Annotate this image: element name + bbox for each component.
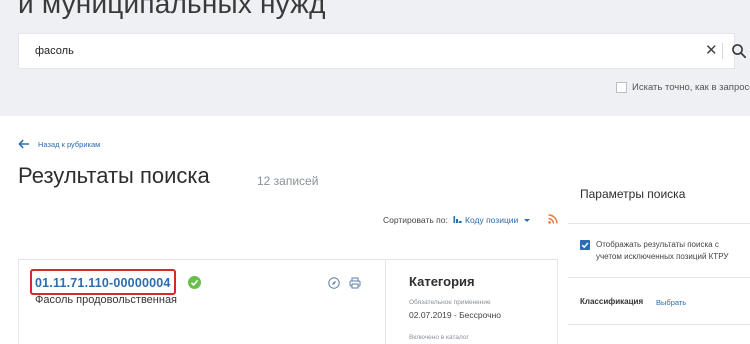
rss-icon[interactable]	[548, 214, 558, 224]
exact-match-label: Искать точно, как в запросе	[632, 82, 750, 93]
back-link-label: Назад к рубрикам	[38, 139, 101, 149]
sidebar-divider	[568, 277, 750, 278]
search-params-title: Параметры поиска	[580, 187, 686, 201]
sidebar-divider	[568, 324, 750, 325]
search-divider	[722, 43, 723, 59]
required-use-value: 02.07.2019 - Бессрочно	[409, 310, 502, 320]
included-in-catalog-label: Включено в каталог	[409, 334, 469, 341]
verified-check-icon	[188, 276, 201, 289]
required-use-label: Обязательное применение	[409, 299, 491, 306]
classification-label: Классификация	[580, 297, 644, 306]
page-heading: и муниципальных нужд	[18, 0, 326, 19]
classification-choose-link[interactable]: Выбрать	[656, 298, 686, 307]
sort-label: Сортировать по:	[383, 215, 448, 225]
clear-icon[interactable]: ✕	[705, 43, 718, 59]
card-divider	[385, 260, 386, 344]
results-title: Результаты поиска	[18, 163, 210, 188]
result-code-link[interactable]: 01.11.71.110-00000004	[35, 276, 171, 290]
sort-dropdown[interactable]: Коду позиции	[465, 215, 518, 225]
compass-icon[interactable]	[328, 277, 340, 289]
sort-icon	[453, 216, 462, 223]
search-icon[interactable]	[731, 43, 747, 59]
search-input[interactable]	[35, 34, 675, 68]
search-box: ✕	[18, 33, 747, 69]
results-count: 12 записей	[257, 174, 319, 188]
exact-match-checkbox[interactable]	[616, 82, 627, 93]
sidebar-divider	[568, 223, 750, 224]
show-excluded-label: Отображать результаты поиска с учетом ис…	[596, 240, 729, 261]
search-header: и муниципальных нужд ✕ Искать точно, как…	[0, 0, 750, 116]
back-arrow-icon	[18, 139, 29, 149]
checkbox-checked-icon[interactable]	[580, 240, 590, 250]
result-card: 01.11.71.110-00000004 Фасоль продовольст…	[18, 259, 558, 344]
print-icon[interactable]	[349, 277, 361, 289]
result-item-name: Фасоль продовольственная	[35, 294, 178, 306]
category-title: Категория	[409, 274, 475, 289]
back-to-rubrics-link[interactable]: Назад к рубрикам	[18, 139, 100, 149]
caret-down-icon[interactable]	[524, 219, 530, 222]
